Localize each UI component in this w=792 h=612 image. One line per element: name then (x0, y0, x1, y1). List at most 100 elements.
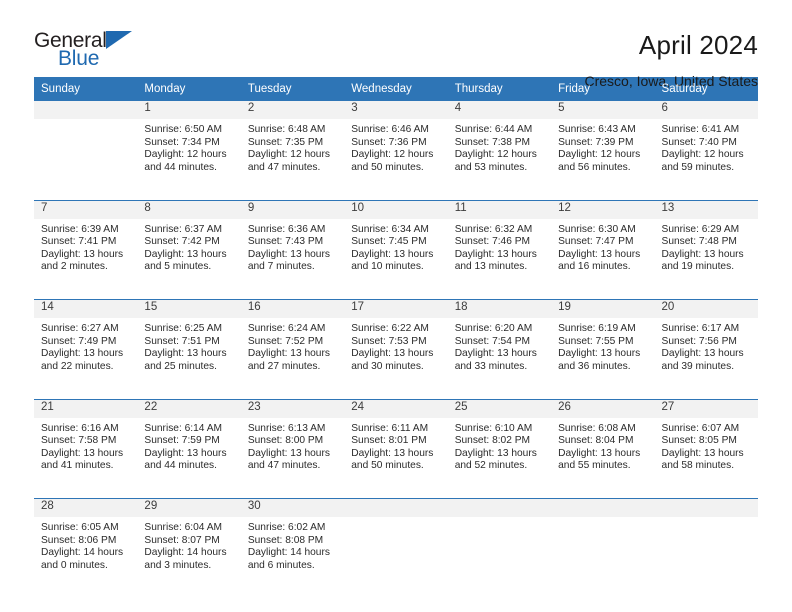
sunset-text: Sunset: 7:35 PM (247, 136, 324, 148)
sunrise-text: Sunrise: 6:20 AM (454, 323, 533, 334)
sunrise-text: Sunrise: 6:39 AM (41, 223, 119, 235)
day-cell-details: Sunrise: 6:32 AM Sunset: 7:46 PM Daylight:… (448, 219, 551, 274)
calendar-day-cell[interactable]: 2 Sunrise: 6:48 AM Sunset: 7:35 PM Daylight… (240, 101, 345, 188)
calendar-day-cell[interactable]: 3 Sunrise: 6:46 AM Sunset: 7:36 PM Daylight… (344, 101, 448, 188)
daylight-text-line1: Daylight: 12 hours (351, 149, 434, 161)
day-number: 20 (654, 300, 758, 318)
calendar-day-cell[interactable]: 30 Sunrise: 6:02 AM Sunset: 8:08 PM Dayligh… (240, 498, 345, 586)
sunset-text: Sunset: 7:39 PM (558, 136, 634, 148)
day-cell-details (655, 517, 758, 522)
day-number: 14 (34, 300, 138, 318)
calendar-day-cell[interactable]: 17 Sunrise: 6:22 AM Sunset: 7:53 PM Dayligh… (344, 299, 448, 387)
day-number (654, 499, 758, 517)
day-cell-details: Sunrise: 6:46 AM Sunset: 7:36 PM Daylight:… (344, 119, 447, 174)
day-number: 6 (654, 101, 758, 119)
calendar-day-cell[interactable]: 6 Sunrise: 6:41 AM Sunset: 7:40 PM Daylight… (654, 101, 758, 188)
calendar-day-cell[interactable]: 28 Sunrise: 6:05 AM Sunset: 8:06 PM Dayligh… (34, 498, 138, 586)
daylight-text-line2: and 7 minutes. (247, 261, 315, 273)
sunset-text: Sunset: 8:05 PM (661, 435, 737, 447)
calendar-day-cell[interactable]: 13 Sunrise: 6:29 AM Sunset: 7:48 PM Dayligh… (654, 199, 758, 288)
week-spacer (34, 487, 758, 499)
sunrise-text: Sunrise: 6:37 AM (144, 223, 223, 235)
calendar-day-cell[interactable]: 7 Sunrise: 6:39 AM Sunset: 7:41 PM Daylight… (34, 199, 138, 288)
week-spacer-cell (34, 387, 758, 399)
day-number: 1 (137, 101, 241, 119)
calendar-day-cell[interactable]: 21 Sunrise: 6:16 AM Sunset: 7:58 PM Dayligh… (34, 398, 138, 487)
calendar-day-cell[interactable]: 1 Sunrise: 6:50 AM Sunset: 7:34 PM Daylight… (137, 101, 241, 188)
calendar-day-cell[interactable]: 19 Sunrise: 6:19 AM Sunset: 7:55 PM Dayligh… (551, 299, 655, 387)
day-cell-inner: 21 Sunrise: 6:16 AM Sunset: 7:58 PM Dayligh… (34, 399, 138, 487)
calendar-day-cell[interactable]: 16 Sunrise: 6:24 AM Sunset: 7:52 PM Dayligh… (240, 299, 345, 387)
calendar-day-cell (344, 498, 448, 586)
calendar-day-cell[interactable]: 15 Sunrise: 6:25 AM Sunset: 7:51 PM Dayligh… (137, 299, 241, 387)
daylight-text-line2: and 30 minutes. (351, 360, 424, 372)
title-block: April 2024 Cresco, Iowa, United States (584, 30, 758, 89)
day-cell-details: Sunrise: 6:20 AM Sunset: 7:54 PM Daylight:… (448, 318, 551, 373)
sunrise-text: Sunrise: 6:11 AM (351, 422, 429, 434)
sunrise-text: Sunrise: 6:25 AM (144, 323, 223, 334)
calendar-day-cell[interactable]: 27 Sunrise: 6:07 AM Sunset: 8:05 PM Dayligh… (654, 398, 758, 487)
calendar-day-cell[interactable]: 4 Sunrise: 6:44 AM Sunset: 7:38 PM Daylight… (447, 101, 552, 188)
calendar-day-cell[interactable]: 11 Sunrise: 6:32 AM Sunset: 7:46 PM Dayligh… (447, 199, 552, 288)
calendar-day-cell[interactable]: 29 Sunrise: 6:04 AM Sunset: 8:07 PM Dayligh… (137, 498, 241, 586)
sunrise-text: Sunrise: 6:16 AM (41, 422, 119, 434)
sunrise-text: Sunrise: 6:13 AM (247, 422, 326, 434)
day-cell-details: Sunrise: 6:10 AM Sunset: 8:02 PM Daylight:… (448, 418, 551, 473)
daylight-text-line2: and 0 minutes. (41, 559, 108, 571)
day-number: 23 (240, 399, 345, 418)
day-cell-inner: 6 Sunrise: 6:41 AM Sunset: 7:40 PM Daylight… (654, 101, 758, 188)
sunrise-text: Sunrise: 6:05 AM (41, 522, 119, 533)
calendar-day-cell[interactable]: 23 Sunrise: 6:13 AM Sunset: 8:00 PM Dayligh… (240, 398, 345, 487)
calendar-day-cell[interactable]: 25 Sunrise: 6:10 AM Sunset: 8:02 PM Dayligh… (447, 398, 552, 487)
day-number: 27 (654, 399, 758, 418)
general-blue-logo[interactable]: General Blue (34, 30, 138, 69)
calendar-day-cell[interactable]: 8 Sunrise: 6:37 AM Sunset: 7:42 PM Daylight… (137, 199, 241, 288)
day-cell-details: Sunrise: 6:19 AM Sunset: 7:55 PM Daylight:… (551, 318, 654, 373)
sunrise-text: Sunrise: 6:44 AM (454, 124, 533, 135)
daylight-text-line2: and 33 minutes. (454, 360, 528, 372)
daylight-text-line1: Daylight: 13 hours (351, 447, 434, 459)
daylight-text-line1: Daylight: 13 hours (454, 447, 537, 459)
day-number: 26 (551, 399, 655, 418)
calendar-day-cell[interactable]: 22 Sunrise: 6:14 AM Sunset: 7:59 PM Dayligh… (137, 398, 241, 487)
day-cell-details: Sunrise: 6:16 AM Sunset: 7:58 PM Daylight:… (34, 418, 137, 473)
calendar-day-cell[interactable]: 26 Sunrise: 6:08 AM Sunset: 8:04 PM Dayligh… (551, 398, 655, 487)
day-cell-details: Sunrise: 6:07 AM Sunset: 8:05 PM Daylight:… (655, 418, 758, 473)
sunset-text: Sunset: 8:04 PM (558, 435, 634, 447)
day-cell-inner (344, 499, 448, 586)
day-number: 5 (551, 101, 655, 119)
daylight-text-line1: Daylight: 13 hours (661, 248, 744, 260)
daylight-text-line2: and 5 minutes. (144, 261, 212, 273)
sunset-text: Sunset: 7:46 PM (454, 236, 531, 248)
calendar-day-cell[interactable]: 14 Sunrise: 6:27 AM Sunset: 7:49 PM Dayligh… (34, 299, 138, 387)
calendar-day-cell (654, 498, 758, 586)
calendar-week-row: 14 Sunrise: 6:27 AM Sunset: 7:49 PM Dayligh… (34, 299, 758, 387)
day-number: 25 (447, 399, 552, 418)
week-spacer (34, 387, 758, 399)
day-cell-inner: 19 Sunrise: 6:19 AM Sunset: 7:55 PM Dayligh… (551, 300, 655, 387)
sunrise-text: Sunrise: 6:41 AM (661, 124, 740, 135)
day-number: 18 (447, 300, 552, 318)
calendar-day-cell[interactable]: 12 Sunrise: 6:30 AM Sunset: 7:47 PM Dayligh… (551, 199, 655, 288)
logo-text-blue: Blue (58, 47, 100, 70)
calendar-day-cell[interactable]: 24 Sunrise: 6:11 AM Sunset: 8:01 PM Dayligh… (344, 398, 448, 487)
day-cell-inner: 10 Sunrise: 6:34 AM Sunset: 7:45 PM Dayligh… (344, 200, 448, 288)
daylight-text-line2: and 58 minutes. (661, 460, 735, 472)
day-cell-inner: 30 Sunrise: 6:02 AM Sunset: 8:08 PM Dayligh… (240, 499, 345, 586)
daylight-text-line1: Daylight: 13 hours (454, 248, 537, 260)
calendar-day-cell[interactable]: 20 Sunrise: 6:17 AM Sunset: 7:56 PM Dayligh… (654, 299, 758, 387)
day-cell-details: Sunrise: 6:43 AM Sunset: 7:39 PM Daylight:… (551, 119, 654, 174)
day-cell-inner: 2 Sunrise: 6:48 AM Sunset: 7:35 PM Daylight… (240, 101, 345, 188)
sunrise-text: Sunrise: 6:29 AM (661, 223, 740, 235)
calendar-body: 1 Sunrise: 6:50 AM Sunset: 7:34 PM Daylight… (34, 101, 758, 586)
sunset-text: Sunset: 7:42 PM (144, 236, 220, 248)
calendar-day-cell[interactable]: 9 Sunrise: 6:36 AM Sunset: 7:43 PM Daylight… (240, 199, 345, 288)
day-number (34, 101, 138, 119)
calendar-day-cell[interactable]: 18 Sunrise: 6:20 AM Sunset: 7:54 PM Dayligh… (447, 299, 552, 387)
sunset-text: Sunset: 7:49 PM (41, 335, 117, 347)
sunrise-text: Sunrise: 6:07 AM (661, 422, 740, 434)
calendar-day-cell[interactable]: 10 Sunrise: 6:34 AM Sunset: 7:45 PM Dayligh… (344, 199, 448, 288)
daylight-text-line2: and 50 minutes. (351, 460, 424, 472)
calendar-day-cell[interactable]: 5 Sunrise: 6:43 AM Sunset: 7:39 PM Daylight… (551, 101, 655, 188)
daylight-text-line2: and 59 minutes. (661, 161, 735, 173)
